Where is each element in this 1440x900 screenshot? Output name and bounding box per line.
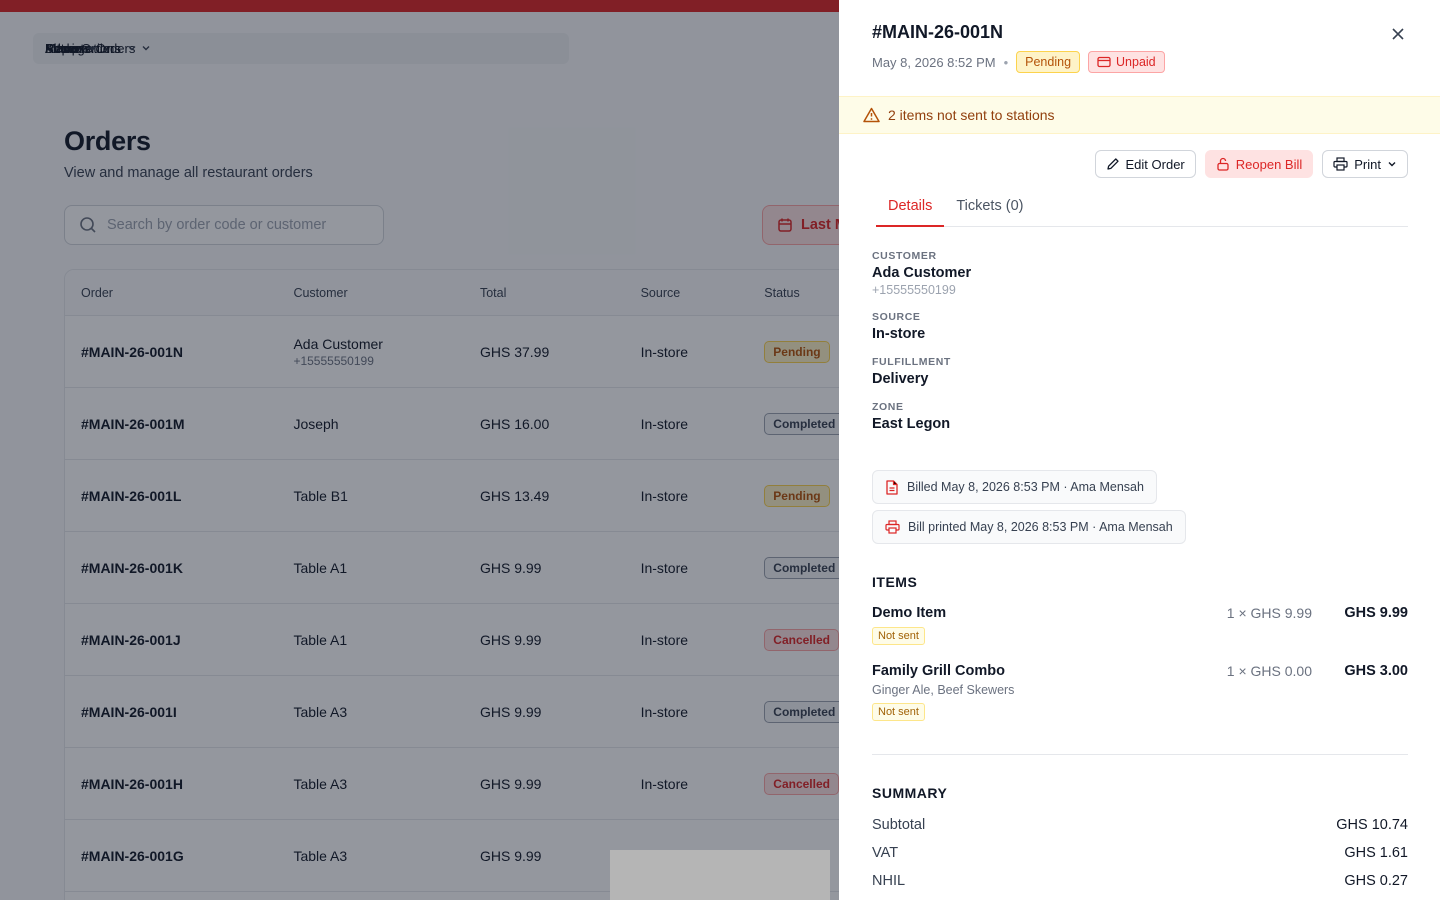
credit-card-icon — [1097, 56, 1111, 68]
section-divider — [872, 754, 1408, 755]
edit-order-label: Edit Order — [1125, 156, 1185, 172]
payment-badge-label: Unpaid — [1116, 55, 1156, 69]
source-field: SOURCE In-store — [872, 311, 971, 342]
warning-text: 2 items not sent to stations — [888, 107, 1055, 123]
pencil-icon — [1106, 158, 1119, 170]
printed-log-entry: Bill printed May 8, 2026 8:53 PM · Ama M… — [872, 510, 1186, 544]
customer-field: CUSTOMER Ada Customer +15555550199 — [872, 250, 971, 297]
printed-log-text: Bill printed May 8, 2026 8:53 PM · Ama M… — [908, 520, 1173, 534]
fulfillment-field: FULFILLMENT Delivery — [872, 356, 971, 387]
reopen-bill-label: Reopen Bill — [1235, 156, 1303, 172]
tab-details[interactable]: Details — [876, 188, 945, 227]
customer-phone: +15555550199 — [872, 283, 956, 297]
zone-label: ZONE — [872, 401, 904, 413]
billed-log-text: Billed May 8, 2026 8:53 PM · Ama Mensah — [907, 480, 1144, 494]
printer-icon — [1333, 157, 1348, 171]
zone-value: East Legon — [872, 416, 951, 432]
modal-backdrop[interactable] — [0, 0, 839, 900]
order-datetime: May 8, 2026 8:52 PM — [872, 54, 996, 70]
separator-dot: • — [1003, 54, 1009, 70]
printer-icon — [885, 520, 900, 534]
customer-label: CUSTOMER — [872, 250, 937, 262]
source-value: In-store — [872, 326, 926, 342]
order-item[interactable]: Demo Item 1 × GHS 9.99 GHS 9.99 Not sent — [872, 605, 1408, 645]
drawer-header: #MAIN-26-001N May 8, 2026 8:52 PM • Pend… — [872, 22, 1165, 73]
order-item-row: Demo Item 1 × GHS 9.99 GHS 9.99 — [872, 605, 1408, 621]
order-item-row: Family Grill Combo 1 × GHS 0.00 GHS 3.00 — [872, 663, 1408, 679]
fulfillment-label: FULFILLMENT — [872, 356, 951, 368]
billed-log-entry: Billed May 8, 2026 8:53 PM · Ama Mensah — [872, 470, 1157, 504]
item-name: Family Grill Combo — [872, 663, 1005, 679]
print-button[interactable]: Print — [1322, 150, 1408, 178]
print-label: Print — [1354, 156, 1381, 172]
unlock-icon — [1217, 157, 1229, 171]
close-button[interactable] — [1388, 24, 1408, 44]
item-total: GHS 9.99 — [1344, 605, 1408, 621]
source-label: SOURCE — [872, 311, 921, 323]
warning-banner: 2 items not sent to stations — [839, 96, 1440, 134]
summary-value: GHS 0.27 — [1344, 873, 1408, 889]
drawer-meta: May 8, 2026 8:52 PM • Pending Unpaid — [872, 51, 1165, 73]
warning-triangle-icon — [863, 107, 880, 123]
toast-placeholder — [610, 850, 830, 900]
summary-row-nhil: NHIL GHS 0.27 — [872, 873, 1408, 889]
drawer-tabs: Details Tickets (0) — [876, 188, 1408, 227]
drawer-actions: Edit Order Reopen Bill Print — [1094, 150, 1408, 178]
summary-row-vat: VAT GHS 1.61 — [872, 845, 1408, 861]
fulfillment-value: Delivery — [872, 371, 929, 387]
order-fields: CUSTOMER Ada Customer +15555550199 SOURC… — [872, 250, 971, 446]
close-icon — [1392, 28, 1404, 40]
edit-order-button[interactable]: Edit Order — [1094, 150, 1196, 178]
summary-label: NHIL — [872, 873, 906, 889]
summary-value: GHS 10.74 — [1336, 817, 1408, 833]
item-qty-price: 1 × GHS 9.99 — [1226, 605, 1312, 621]
item-qty-price: 1 × GHS 0.00 — [1226, 663, 1312, 679]
drawer-title: #MAIN-26-001N — [872, 22, 1004, 42]
item-total: GHS 3.00 — [1344, 663, 1408, 679]
customer-name: Ada Customer — [872, 265, 972, 281]
summary-label: Subtotal — [872, 817, 926, 833]
not-sent-badge: Not sent — [872, 627, 925, 645]
summary-label: VAT — [872, 845, 899, 861]
order-detail-drawer: #MAIN-26-001N May 8, 2026 8:52 PM • Pend… — [839, 0, 1440, 900]
order-item[interactable]: Family Grill Combo 1 × GHS 0.00 GHS 3.00… — [872, 663, 1408, 721]
status-badge: Pending — [1016, 51, 1081, 73]
not-sent-badge: Not sent — [872, 703, 925, 721]
chevron-down-icon — [1388, 162, 1396, 167]
zone-field: ZONE East Legon — [872, 401, 971, 432]
items-heading: ITEMS — [872, 574, 918, 590]
tab-tickets[interactable]: Tickets (0) — [944, 188, 1035, 227]
reopen-bill-button[interactable]: Reopen Bill — [1204, 150, 1314, 178]
file-icon — [886, 479, 898, 495]
item-modifiers: Ginger Ale, Beef Skewers — [872, 683, 1015, 697]
item-name: Demo Item — [872, 605, 947, 621]
summary-heading: SUMMARY — [872, 785, 948, 801]
summary-row-subtotal: Subtotal GHS 10.74 — [872, 817, 1408, 833]
payment-badge: Unpaid — [1088, 51, 1165, 73]
summary-value: GHS 1.61 — [1344, 845, 1408, 861]
